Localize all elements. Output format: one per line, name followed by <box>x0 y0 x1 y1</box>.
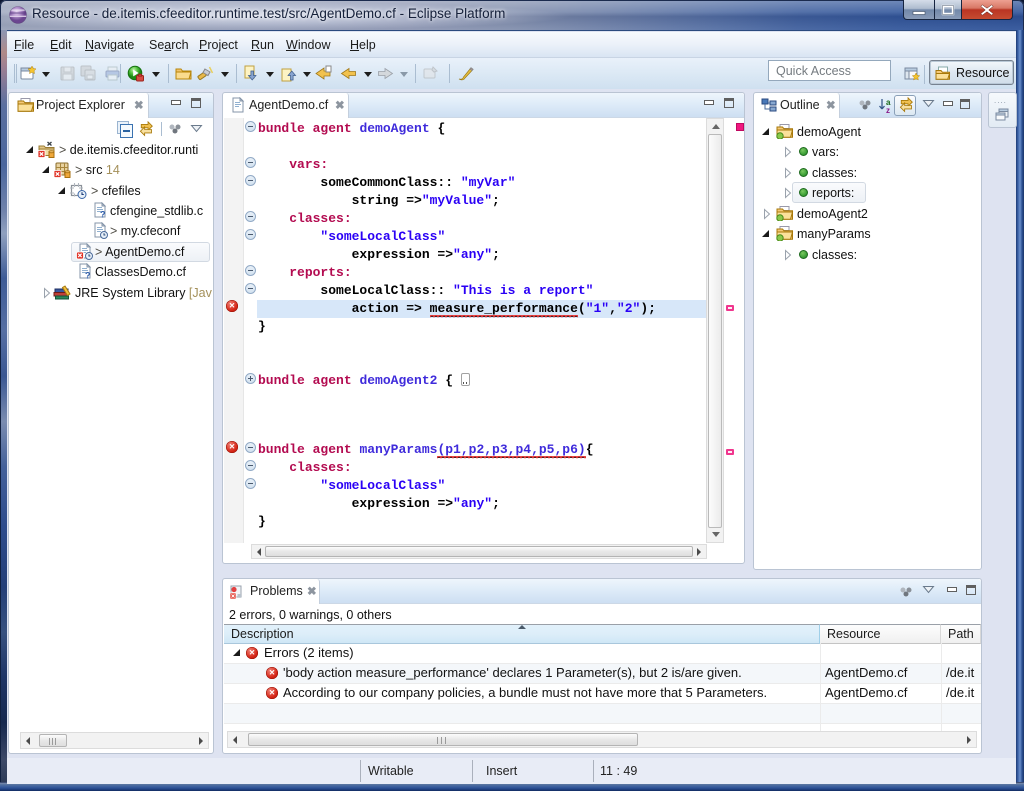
svg-text:?: ? <box>85 271 91 281</box>
svg-text:?: ? <box>100 210 106 220</box>
svg-text:z: z <box>886 106 890 114</box>
